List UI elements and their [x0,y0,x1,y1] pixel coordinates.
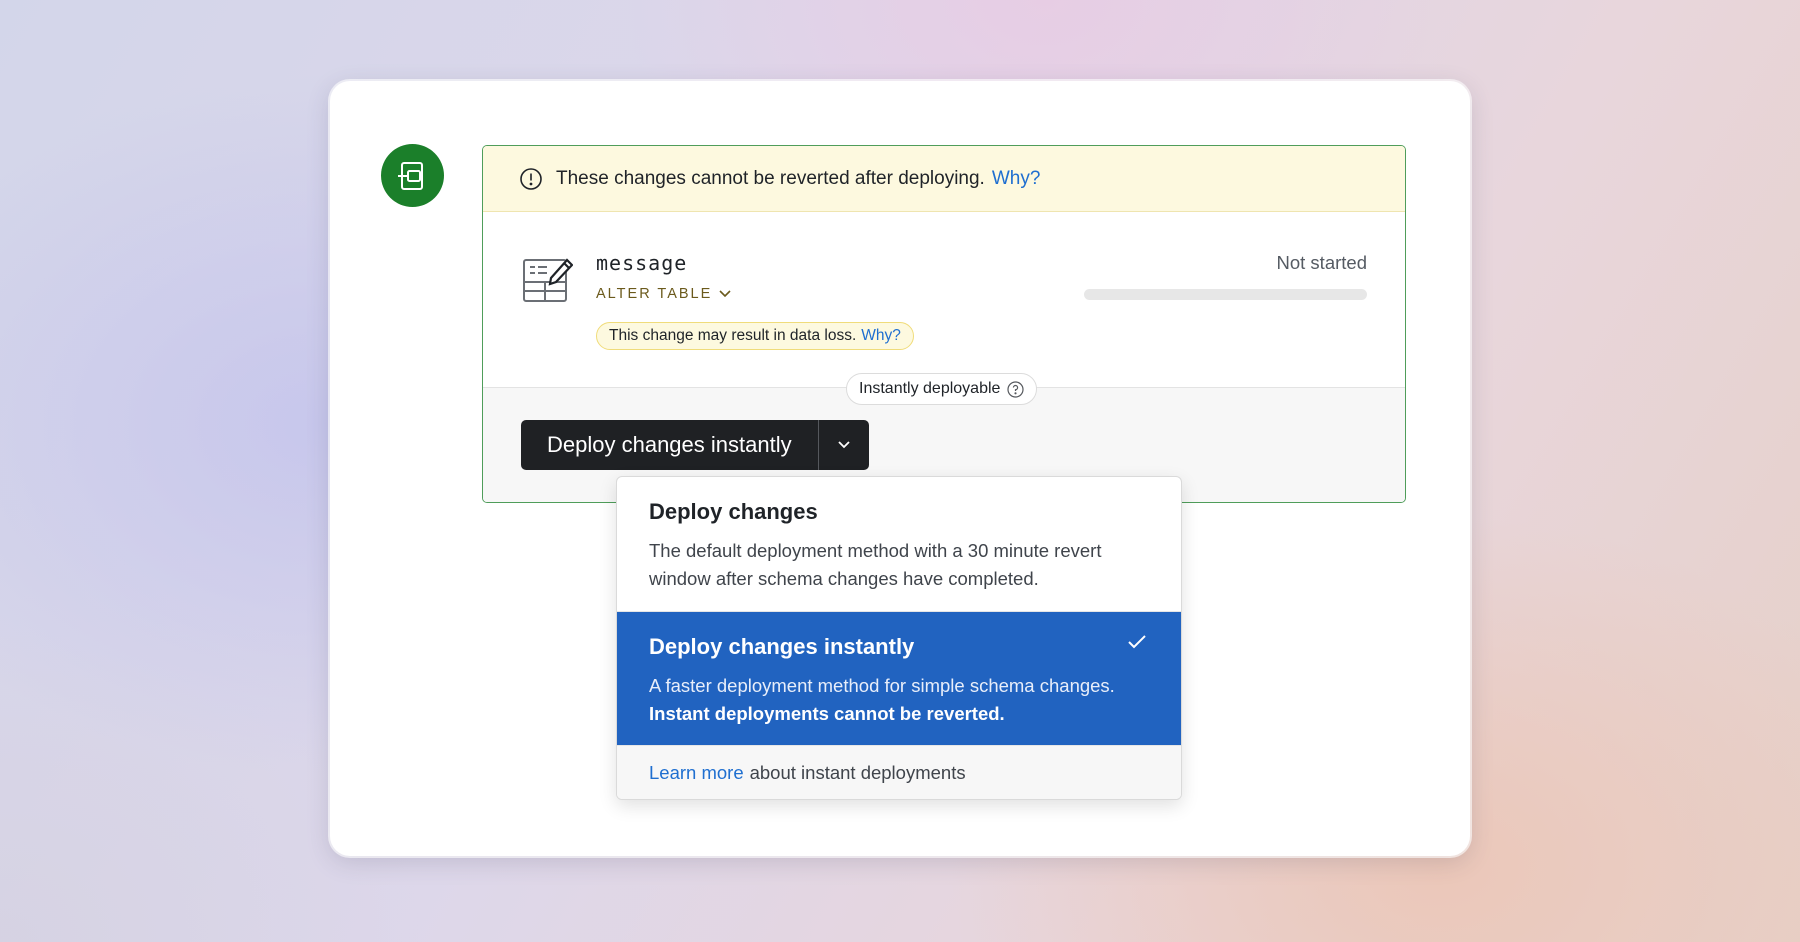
revert-why-link[interactable]: Why? [992,168,1041,190]
chevron-down-icon [719,290,731,298]
table-edit-icon [521,254,574,306]
option-description: A faster deployment method for simple sc… [649,672,1149,728]
option-description-text: A faster deployment method for simple sc… [649,675,1115,696]
operation-label: ALTER TABLE [596,286,713,302]
data-loss-text: This change may result in data loss. [609,327,857,344]
table-name: message [596,251,688,275]
deploy-split-button: Deploy changes instantly [521,420,869,470]
instantly-deployable-badge: Instantly deployable [846,373,1038,405]
chevron-down-icon [837,441,850,449]
deploy-card: These changes cannot be reverted after d… [330,81,1470,856]
deploy-status: Not started [1276,252,1368,273]
data-loss-why-link[interactable]: Why? [861,327,901,345]
option-description-strong: Instant deployments cannot be reverted. [649,703,1005,724]
help-circle-icon[interactable] [1007,380,1025,398]
alert-circle-icon [519,167,543,191]
option-description: The default deployment method with a 30 … [649,540,1102,589]
option-title: Deploy changes [649,499,818,524]
check-icon [1128,635,1146,649]
menu-option-deploy-instantly[interactable]: Deploy changes instantly A faster deploy… [617,612,1181,745]
revert-warning-text: These changes cannot be reverted after d… [556,167,985,189]
deploy-method-menu: Deploy changes The default deployment me… [616,476,1182,800]
deploy-progress-bar [1084,289,1367,300]
operation-toggle[interactable]: ALTER TABLE [596,286,732,302]
revert-warning-banner: These changes cannot be reverted after d… [483,146,1405,212]
deploy-button[interactable]: Deploy changes instantly [521,420,818,470]
data-loss-warning-badge: This change may result in data loss. Why… [596,322,914,350]
menu-footer-text: about instant deployments [749,762,966,783]
branch-avatar [381,144,444,207]
option-title: Deploy changes instantly [649,634,915,659]
deploy-options-toggle[interactable] [817,420,869,470]
deploy-request-panel: These changes cannot be reverted after d… [482,145,1406,503]
menu-option-deploy-changes[interactable]: Deploy changes The default deployment me… [617,477,1181,612]
learn-more-link[interactable]: Learn more [649,762,744,784]
menu-footer: Learn more about instant deployments [617,745,1181,799]
instantly-deployable-label: Instantly deployable [859,380,1001,397]
branch-square-icon [397,161,423,190]
schema-change-row: message ALTER TABLE This change may resu… [483,212,1405,388]
